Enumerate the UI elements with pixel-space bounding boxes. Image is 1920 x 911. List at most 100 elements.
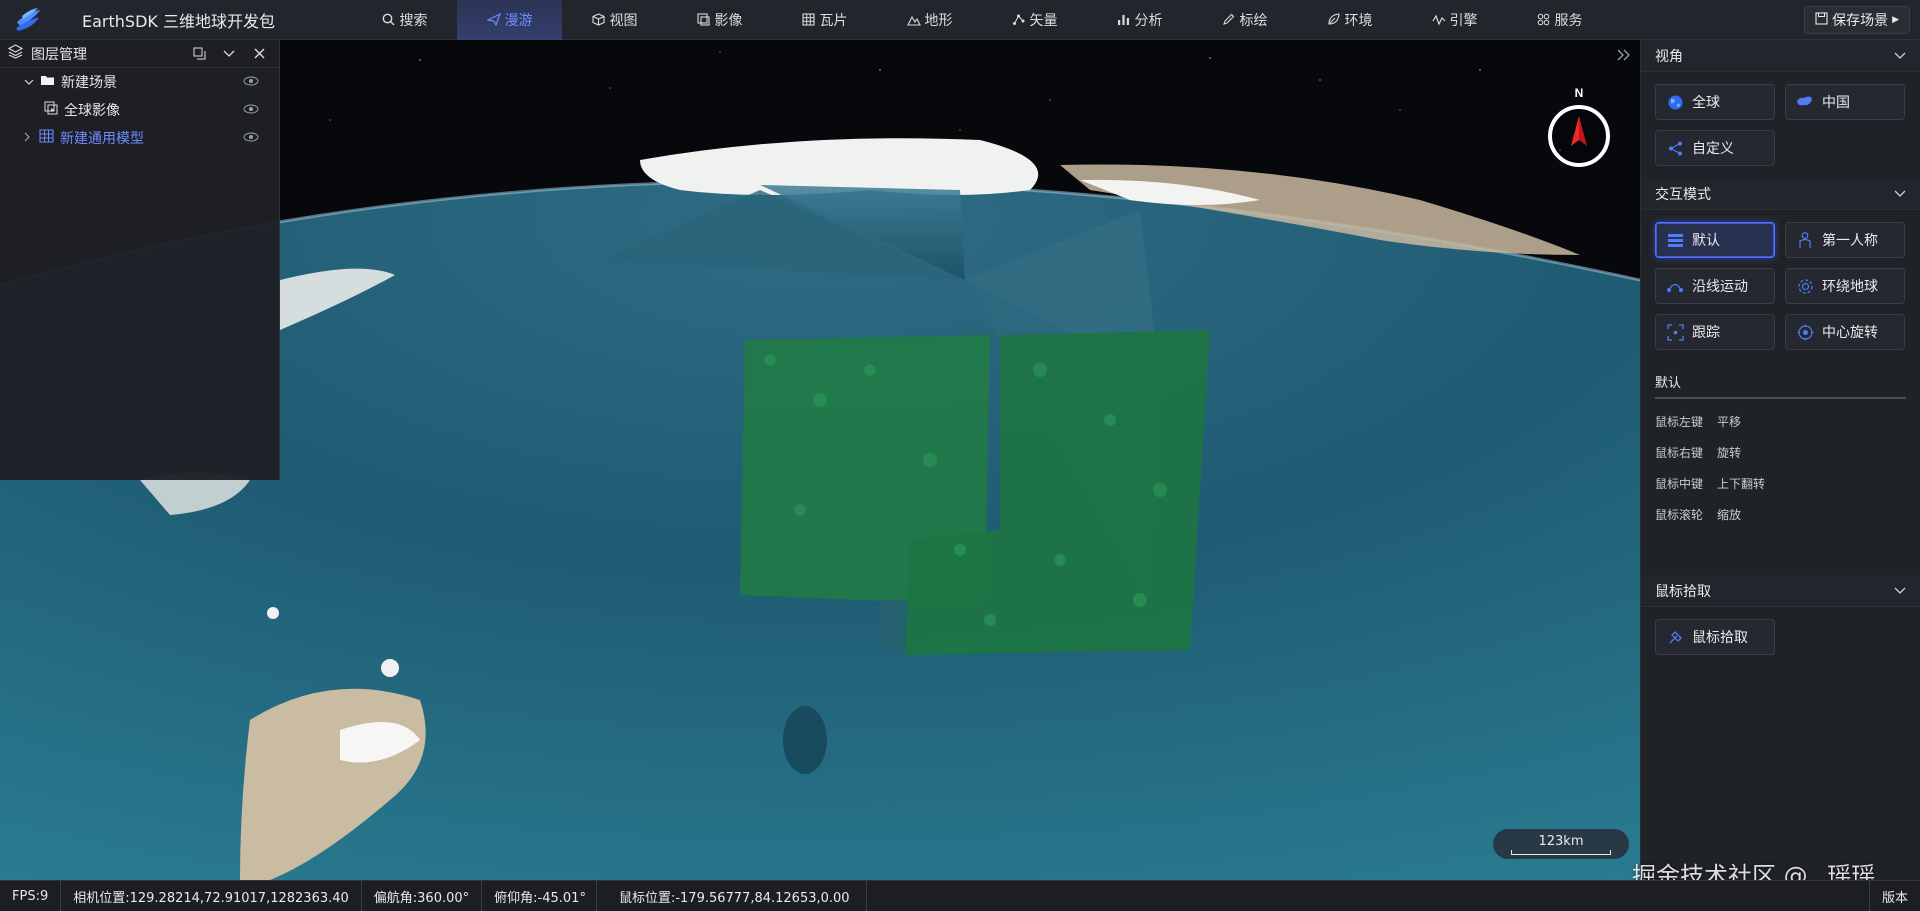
app-title: EarthSDK 三维地球开发包	[82, 11, 275, 31]
eye-icon[interactable]	[243, 102, 259, 118]
menu-label: 漫游	[504, 12, 533, 29]
rotate-icon	[1796, 323, 1814, 341]
menu-plot[interactable]: 标绘	[1192, 0, 1297, 40]
button-label: 全球	[1692, 95, 1720, 111]
mode-orbit-button[interactable]: 环绕地球	[1785, 268, 1905, 304]
globe-icon	[1666, 93, 1684, 111]
tree-item-global-imagery[interactable]: 全球影像	[0, 96, 279, 124]
search-icon	[382, 13, 396, 27]
tree-item-label: 新建通用模型	[60, 131, 144, 147]
image-layer-icon	[44, 101, 58, 119]
menu-environment[interactable]: 环境	[1297, 0, 1402, 40]
tree-item-model[interactable]: 新建通用模型	[0, 124, 279, 152]
mode-sub-title: 默认	[1655, 366, 1906, 399]
menu-view[interactable]: 视图	[562, 0, 667, 40]
pick-buttons: 鼠标拾取	[1641, 607, 1920, 667]
cube-icon	[592, 13, 606, 27]
layers-icon	[7, 44, 24, 63]
fps-readout: FPS:9	[0, 880, 62, 911]
view-section-header[interactable]: 视角	[1641, 40, 1920, 72]
collapse-layers-button[interactable]	[217, 42, 241, 66]
menu-terrain[interactable]: 地形	[877, 0, 982, 40]
image-icon	[697, 13, 711, 27]
control-key: 鼠标中键	[1655, 477, 1704, 491]
chevron-down-icon[interactable]	[1894, 583, 1906, 599]
path-icon	[1666, 277, 1684, 295]
mode-first-person-button[interactable]: 第一人称	[1785, 222, 1905, 258]
view-custom-button[interactable]: 自定义	[1655, 130, 1775, 166]
vector-icon	[1012, 13, 1026, 27]
interaction-section-header[interactable]: 交互模式	[1641, 178, 1920, 210]
menu-imagery[interactable]: 影像	[667, 0, 772, 40]
terrain-icon	[906, 13, 921, 27]
tiles-icon	[802, 13, 816, 27]
save-scene-label: 保存场景	[1832, 13, 1889, 29]
control-value: 上下翻转	[1717, 477, 1766, 491]
person-icon	[1796, 231, 1814, 249]
leaf-icon	[1327, 13, 1341, 27]
menu-label: 引擎	[1449, 12, 1478, 29]
mode-default-button[interactable]: 默认	[1655, 222, 1775, 258]
button-label: 第一人称	[1822, 233, 1878, 249]
chevron-down-icon[interactable]	[1894, 186, 1906, 202]
button-label: 环绕地球	[1822, 279, 1878, 295]
pitch-readout: 俯仰角:-45.01°	[482, 880, 597, 911]
menu-services[interactable]: 服务	[1507, 0, 1612, 40]
menu-label: 影像	[714, 12, 743, 29]
interaction-buttons: 默认 第一人称 沿线运动 环绕地球 跟踪 中心旋转	[1641, 210, 1920, 362]
top-menu-bar: EarthSDK 三维地球开发包 搜索 漫游 视图 影像 瓦片 地形 矢量 分析…	[0, 0, 1920, 40]
mouse-pick-button[interactable]: 鼠标拾取	[1655, 619, 1775, 655]
control-value: 旋转	[1717, 446, 1742, 460]
caret-right-icon: ▶	[1892, 15, 1899, 25]
model-icon	[39, 129, 54, 147]
add-layer-button[interactable]	[187, 42, 211, 66]
grid-icon	[1537, 13, 1551, 27]
button-label: 中心旋转	[1822, 325, 1878, 341]
button-label: 跟踪	[1692, 325, 1720, 341]
chart-icon	[1117, 13, 1131, 27]
chevron-down-icon[interactable]	[24, 74, 34, 90]
pick-section-header[interactable]: 鼠标拾取	[1641, 575, 1920, 607]
custom-view-icon	[1666, 139, 1684, 157]
chevron-down-icon[interactable]	[1894, 48, 1906, 64]
control-key: 鼠标右键	[1655, 446, 1704, 460]
version-button[interactable]: 版本	[1868, 881, 1920, 911]
pick-icon	[1666, 628, 1684, 646]
logo-icon	[8, 0, 48, 40]
mode-track-button[interactable]: 跟踪	[1655, 314, 1775, 350]
compass[interactable]: N	[1546, 86, 1612, 170]
eye-icon[interactable]	[243, 130, 259, 146]
button-label: 鼠标拾取	[1692, 630, 1748, 646]
eye-icon[interactable]	[243, 74, 259, 90]
mode-path-button[interactable]: 沿线运动	[1655, 268, 1775, 304]
scale-label: 123km	[1538, 833, 1584, 849]
menu-engine[interactable]: 引擎	[1402, 0, 1507, 40]
menu-analysis[interactable]: 分析	[1087, 0, 1192, 40]
tree-item-scene[interactable]: 新建场景	[0, 68, 279, 96]
default-mode-icon	[1666, 231, 1684, 249]
close-layer-panel-button[interactable]	[247, 42, 271, 66]
save-scene-button[interactable]: 保存场景 ▶	[1804, 6, 1910, 34]
right-panel: 视角 全球 中国 自定义 交互模式 默认 第一人称 沿线运动 环绕地球 跟踪 中…	[1640, 40, 1920, 880]
menu-search[interactable]: 搜索	[352, 0, 457, 40]
chevron-right-icon[interactable]	[24, 130, 31, 146]
control-row: 鼠标滚轮 缩放	[1655, 506, 1906, 523]
mode-description: 默认 鼠标左键 平移 鼠标右键 旋转 鼠标中键 上下翻转 鼠标滚轮 缩放	[1641, 362, 1920, 523]
collapse-right-panel-button[interactable]	[1610, 42, 1638, 68]
layer-panel: 图层管理 新建场景 全球影像 新建通用模型	[0, 40, 280, 480]
view-china-button[interactable]: 中国	[1785, 84, 1905, 120]
menu-vector[interactable]: 矢量	[982, 0, 1087, 40]
menu-tiles[interactable]: 瓦片	[772, 0, 877, 40]
view-global-button[interactable]: 全球	[1655, 84, 1775, 120]
menu-label: 环境	[1344, 12, 1373, 29]
view-buttons: 全球 中国 自定义	[1641, 72, 1920, 178]
menu-roam[interactable]: 漫游	[457, 0, 562, 40]
layer-panel-title: 图层管理	[31, 46, 87, 63]
ocean-trench	[783, 706, 827, 774]
menu-label: 瓦片	[819, 12, 848, 29]
button-label: 自定义	[1692, 141, 1734, 157]
pick-section-title: 鼠标拾取	[1655, 583, 1711, 600]
control-row: 鼠标左键 平移	[1655, 413, 1906, 430]
mode-center-rotate-button[interactable]: 中心旋转	[1785, 314, 1905, 350]
engine-icon	[1431, 13, 1446, 27]
